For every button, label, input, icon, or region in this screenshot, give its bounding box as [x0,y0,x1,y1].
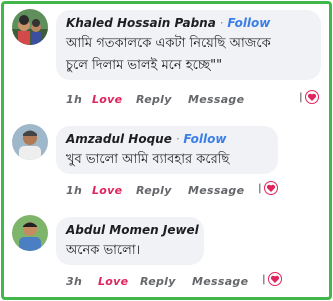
message-button[interactable]: Message [192,275,248,288]
name-separator: · [219,16,224,30]
comment-bubble: Abdul Momen Jewel অনেক ভালো। [56,217,204,265]
avatar[interactable] [12,9,48,45]
follow-button[interactable]: Follow [183,132,226,146]
comment-text: খুব ভালো আমি ব্যাবহার করেছি [66,149,268,171]
comments-panel: Khaled Hossain Pabna · Follow আমি গতকালক… [1,1,332,300]
timestamp: 1h [66,184,83,197]
comment-actions: 3h Love Reply Message [66,275,266,289]
love-button[interactable]: Love [98,275,128,288]
message-button[interactable]: Message [188,184,244,197]
heart-icon [304,90,319,104]
love-button[interactable]: Love [92,184,122,197]
comment-actions: 1h Love Reply Message [66,93,266,107]
love-button[interactable]: Love [92,93,122,106]
reply-button[interactable]: Reply [136,93,172,106]
reaction-count[interactable]: | [258,181,278,195]
comment-line: চুলে দিলাম ভালই মনে হচ্ছে"" [66,58,223,73]
timestamp: 1h [66,93,83,106]
author-name[interactable]: Amzadul Hoque [66,132,172,146]
avatar[interactable] [12,215,48,251]
comment-line: আমি গতকালকে একটা নিয়েছি আজকে [66,36,271,51]
comment-actions: 1h Love Reply Message [66,184,266,198]
reaction-separator: | [299,91,303,103]
reaction-separator: | [262,273,266,285]
comment-line: খুব ভালো আমি ব্যাবহার করেছি [66,152,230,167]
reply-button[interactable]: Reply [136,184,172,197]
heart-icon [267,272,282,286]
comment-text: অনেক ভালো। [66,240,194,262]
comment-text: আমি গতকালকে একটা নিয়েছি আজকে চুলে দিলাম… [66,33,311,77]
name-separator: · [175,132,180,146]
follow-button[interactable]: Follow [227,16,270,30]
comment-bubble: Amzadul Hoque · Follow খুব ভালো আমি ব্যা… [56,126,278,174]
reply-button[interactable]: Reply [140,275,176,288]
avatar[interactable] [12,124,48,160]
reaction-separator: | [258,182,262,194]
heart-icon [263,181,278,195]
author-name[interactable]: Khaled Hossain Pabna [66,16,216,30]
reaction-count[interactable]: | [299,90,319,104]
message-button[interactable]: Message [188,93,244,106]
reaction-count[interactable]: | [262,272,282,286]
comment-line: অনেক ভালো। [66,243,141,258]
comment-bubble: Khaled Hossain Pabna · Follow আমি গতকালক… [56,10,321,80]
timestamp: 3h [66,275,83,288]
author-name[interactable]: Abdul Momen Jewel [66,223,199,237]
